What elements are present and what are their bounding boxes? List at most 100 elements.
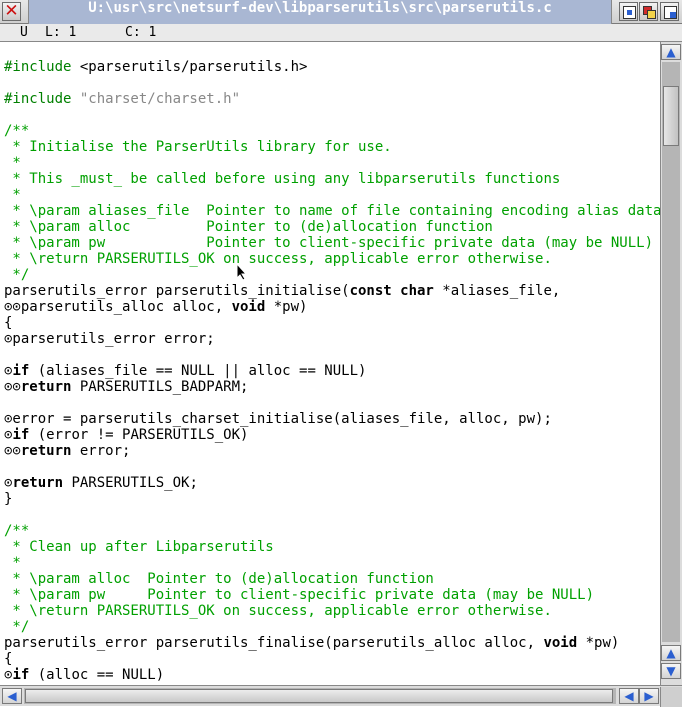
toggle-size-button[interactable] (639, 2, 658, 21)
code-token: #include (4, 59, 80, 75)
mouse-pointer-icon (236, 263, 248, 281)
window-corner (660, 687, 682, 707)
code-token: * (4, 555, 21, 571)
code-token: * \param pw Pointer to client-specific p… (4, 587, 595, 603)
code-line[interactable]: * Initialise the ParserUtils library for… (4, 139, 392, 155)
code-token: { (4, 315, 13, 331)
code-token: */ (4, 619, 30, 635)
code-line[interactable]: * \param alloc Pointer to (de)allocation… (4, 219, 492, 235)
code-token: (alloc == NULL) (29, 667, 165, 683)
code-line[interactable]: * \return PARSERUTILS_OK on success, app… (4, 251, 552, 267)
horizontal-scroll-thumb[interactable] (25, 689, 613, 703)
code-token: PARSERUTILS_OK; (63, 475, 198, 491)
vertical-scroll-track[interactable] (662, 62, 680, 642)
code-token: const char (349, 283, 434, 299)
code-token: /** (4, 123, 30, 139)
code-line[interactable]: * Clean up after Libparserutils (4, 539, 274, 555)
arrow-right-icon: ▶ (644, 689, 654, 703)
arrow-up-icon: ▲ (666, 45, 676, 59)
code-line[interactable]: ⊙return PARSERUTILS_OK; (4, 475, 198, 491)
code-line[interactable]: parserutils_error parserutils_finalise(p… (4, 635, 619, 651)
code-line[interactable]: */ (4, 267, 29, 283)
code-token: { (4, 651, 13, 667)
code-line[interactable]: } (4, 491, 12, 507)
code-line[interactable]: { (4, 651, 12, 667)
code-token: void (231, 299, 266, 315)
scroll-up-button[interactable]: ▲ (661, 44, 681, 60)
code-editor-area[interactable]: #include <parserutils/parserutils.h> #inc… (0, 42, 660, 685)
code-line[interactable]: #include <parserutils/parserutils.h> (4, 59, 307, 75)
code-token: * \param pw Pointer to client-specific p… (4, 235, 654, 251)
code-token: PARSERUTILS_BADPARM; (71, 379, 249, 395)
scroll-left-button-right[interactable]: ◀ (619, 688, 639, 704)
scroll-right-button[interactable]: ▶ (639, 688, 659, 704)
code-token: } (4, 491, 13, 507)
code-token: *pw) (577, 635, 620, 651)
code-line[interactable]: ⊙⊙return error; (4, 443, 130, 459)
code-token: (error != PARSERUTILS_OK) (29, 427, 249, 443)
code-token: /** (4, 523, 30, 539)
code-token: ⊙error = parserutils_charset_initialise(… (4, 411, 552, 427)
window-title[interactable]: U:\usr\src\netsurf-dev\libparserutils\sr… (28, 0, 612, 24)
code-token: * Initialise the ParserUtils library for… (4, 139, 392, 155)
scroll-down-button[interactable]: ▼ (661, 663, 681, 679)
code-line[interactable]: * \param pw Pointer to client-specific p… (4, 587, 594, 603)
code-line[interactable]: */ (4, 619, 29, 635)
code-token: <parserutils/parserutils.h> (79, 59, 308, 75)
code-token: */ (4, 267, 30, 283)
title-bar[interactable]: ✕ U:\usr\src\netsurf-dev\libparserutils\… (0, 0, 682, 24)
status-line: U L: 1 C: 1 (0, 24, 682, 42)
code-token: void (543, 635, 578, 651)
code-line[interactable]: ⊙if (alloc == NULL) (4, 667, 164, 683)
vertical-scrollbar[interactable]: ▲ ▲ ▼ (660, 42, 682, 685)
code-line[interactable]: /** (4, 523, 29, 539)
code-token: * \return PARSERUTILS_OK on success, app… (4, 603, 552, 619)
arrow-left-icon: ◀ (624, 689, 634, 703)
horizontal-scroll-track[interactable] (24, 688, 616, 704)
code-token: if (12, 667, 30, 683)
code-token: * Clean up after Libparserutils (4, 539, 274, 555)
vertical-scroll-thumb[interactable] (663, 86, 679, 146)
code-line[interactable]: ⊙⊙parserutils_alloc alloc, void *pw) (4, 299, 307, 315)
code-line[interactable]: * \param aliases_file Pointer to name of… (4, 203, 660, 219)
code-token: * \return PARSERUTILS_OK on success, app… (4, 251, 552, 267)
code-line[interactable]: #include "charset/charset.h" (4, 91, 240, 107)
iconize-icon (623, 6, 636, 19)
code-line[interactable]: ⊙if (error != PARSERUTILS_OK) (4, 427, 248, 443)
code-line[interactable]: * (4, 187, 20, 203)
code-token: "charset/charset.h" (79, 91, 241, 107)
code-token: if (12, 363, 30, 379)
code-line[interactable]: ⊙if (aliases_file == NULL || alloc == NU… (4, 363, 366, 379)
code-token: ⊙⊙ (4, 379, 21, 395)
scroll-left-button[interactable]: ◀ (2, 688, 22, 704)
code-token: return (12, 475, 64, 491)
code-token: ⊙⊙ (4, 443, 21, 459)
code-token: if (12, 427, 30, 443)
code-line[interactable]: * (4, 555, 21, 571)
code-line[interactable]: parserutils_error parserutils_initialise… (4, 283, 560, 299)
arrow-up-icon: ▲ (666, 646, 676, 660)
code-token: * This _must_ be called before using any… (4, 171, 561, 187)
horizontal-scrollbar[interactable]: ◀ ◀ ▶ (0, 685, 682, 707)
code-line[interactable]: * (4, 155, 20, 171)
code-line[interactable]: * \return PARSERUTILS_OK on success, app… (4, 603, 552, 619)
code-line[interactable]: ⊙error = parserutils_charset_initialise(… (4, 411, 552, 427)
code-token: ⊙⊙parserutils_alloc alloc, (4, 299, 232, 315)
code-line[interactable]: { (4, 315, 12, 331)
iconize-button[interactable] (619, 2, 638, 21)
column-indicator: C: 1 (125, 25, 157, 40)
code-line[interactable]: * \param alloc Pointer to (de)allocation… (4, 571, 433, 587)
close-button[interactable]: ✕ (2, 1, 21, 21)
code-line[interactable]: * \param pw Pointer to client-specific p… (4, 235, 653, 251)
code-line[interactable]: ⊙⊙return PARSERUTILS_BADPARM; (4, 379, 248, 395)
resize-button[interactable] (660, 2, 679, 21)
code-line[interactable]: ⊙parserutils_error error; (4, 331, 215, 347)
scroll-up-button-lower[interactable]: ▲ (661, 645, 681, 661)
code-token: #include (4, 91, 80, 107)
code-line[interactable]: * This _must_ be called before using any… (4, 171, 560, 187)
code-line[interactable]: /** (4, 123, 29, 139)
edit-mode: U (20, 25, 28, 40)
code-token: parserutils_error parserutils_finalise(p… (4, 635, 544, 651)
arrow-down-icon: ▼ (666, 664, 676, 678)
close-icon: ✕ (4, 1, 19, 21)
